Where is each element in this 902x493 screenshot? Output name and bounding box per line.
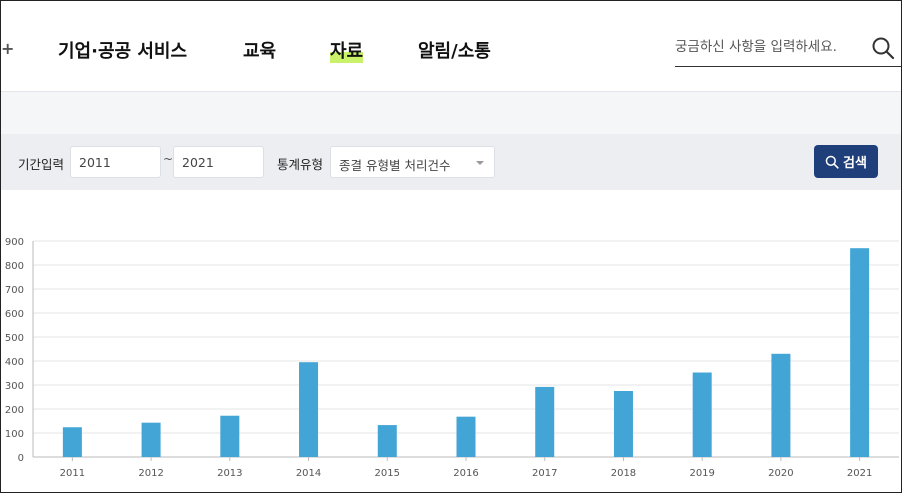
search-button[interactable]: 검색 [814,145,878,178]
search-icon[interactable] [871,36,895,60]
end-year-input[interactable] [173,146,264,178]
bar-2017 [535,386,555,457]
x-tick-label: 2013 [217,468,242,479]
start-year-input[interactable] [70,146,161,178]
x-tick-label: 2018 [611,468,636,479]
x-tick-label: 2014 [296,468,321,479]
header-search [675,29,901,67]
y-tick-label: 0 [18,453,24,464]
bar-2016 [456,416,476,457]
y-tick-label: 500 [5,333,24,344]
y-tick-label: 600 [5,309,24,320]
bar-2019 [692,372,712,457]
x-tick-label: 2016 [453,468,478,479]
search-input[interactable] [675,35,855,59]
y-tick-label: 900 [5,237,24,248]
sub-band [1,92,901,134]
nav-item-data[interactable]: 자료 [330,37,364,63]
bar-2015 [377,425,397,457]
y-tick-label: 200 [5,405,24,416]
x-tick-label: 2019 [689,468,714,479]
bar-2020 [771,353,791,457]
search-button-label: 검색 [843,156,867,171]
filter-bar: 기간입력 ~ 통계유형 종결 유형별 처리건수 검색 [1,134,901,190]
chevron-down-icon [476,161,484,165]
stat-type-select[interactable]: 종결 유형별 처리건수 [330,146,495,178]
nav-item-notice-communication[interactable]: 알림/소통 [418,37,491,63]
y-tick-label: 800 [5,261,24,272]
x-tick-label: 2012 [138,468,163,479]
y-tick-label: 400 [5,357,24,368]
bar-2012 [141,422,161,457]
search-icon [825,155,839,169]
x-tick-label: 2011 [60,468,85,479]
y-tick-label: 700 [5,285,24,296]
nav-item-education[interactable]: 교육 [243,37,276,63]
y-tick-label: 100 [5,429,24,440]
stat-type-label: 통계유형 [277,157,324,172]
bar-chart: 0 100 200 300 400 500 600 700 800 900 2011 2012 2013… [5,237,899,479]
period-label: 기간입력 [18,157,65,172]
site-header: + 기업·공공 서비스 교육 자료 알림/소통 [1,1,901,92]
x-tick-label: 2020 [768,468,793,479]
nav-edge-item[interactable]: + [1,39,14,58]
bar-2014 [299,362,319,457]
stat-type-value: 종결 유형별 처리건수 [339,158,451,173]
bar-2013 [220,415,240,457]
bar-2018 [613,391,633,457]
bar-2021 [850,248,870,457]
x-tick-label: 2021 [847,468,872,479]
nav-item-business-public[interactable]: 기업·공공 서비스 [58,37,187,63]
x-tick-label: 2017 [532,468,557,479]
period-separator: ~ [163,152,174,166]
bar-2011 [62,427,82,457]
y-tick-label: 300 [5,381,24,392]
x-tick-label: 2015 [375,468,400,479]
